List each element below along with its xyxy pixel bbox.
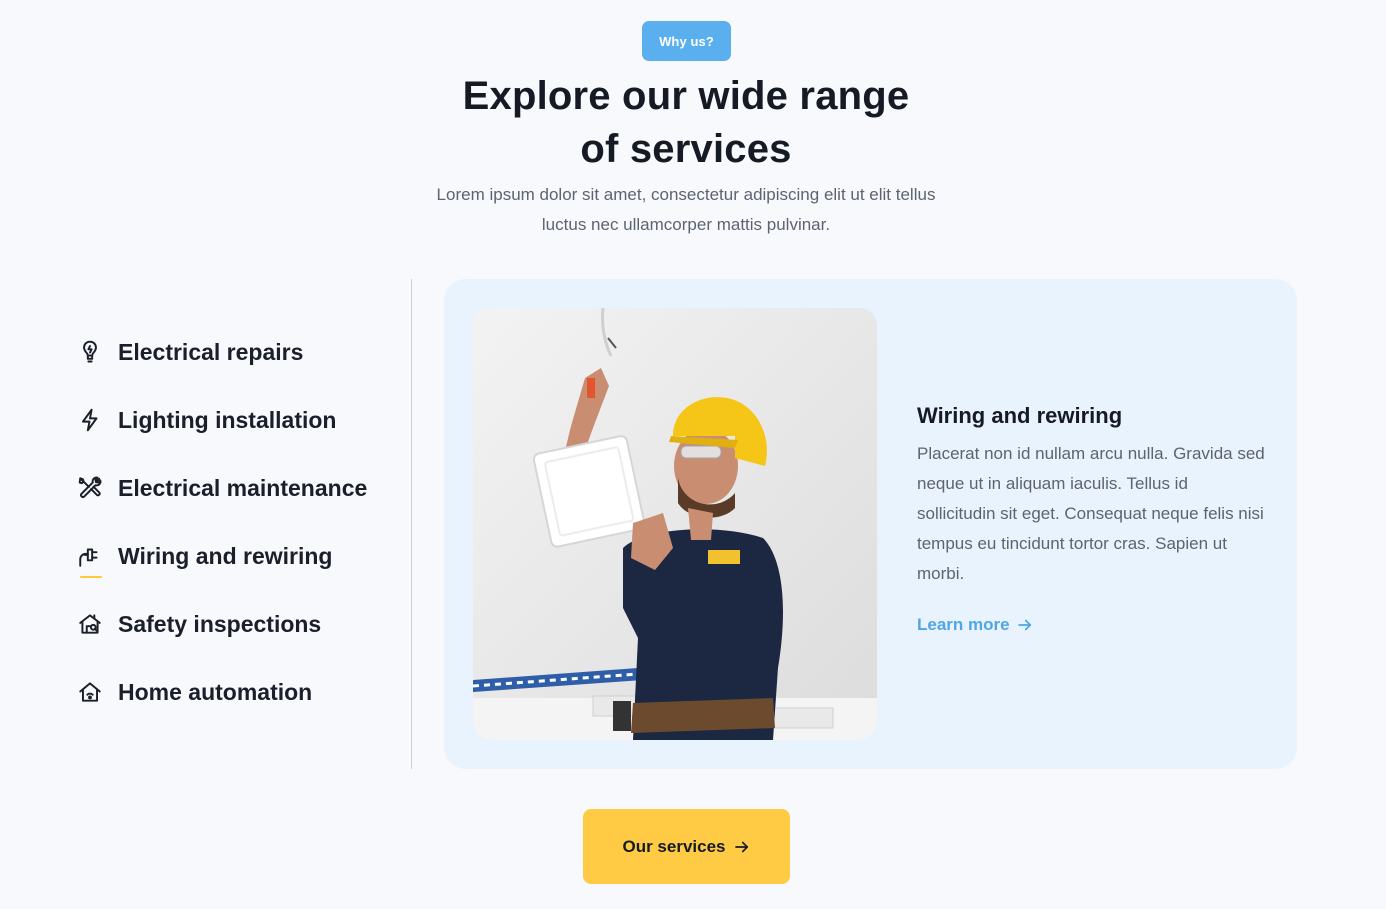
- service-label: Electrical maintenance: [118, 474, 368, 501]
- detail-description: Placerat non id nullam arcu nulla. Gravi…: [917, 444, 1265, 583]
- arrow-right-icon: [1017, 619, 1031, 631]
- service-label: Electrical repairs: [118, 338, 304, 365]
- plug-icon: [76, 542, 104, 578]
- vertical-divider: [411, 279, 412, 769]
- service-item-safety-inspections[interactable]: Safety inspections: [76, 590, 406, 658]
- service-label: Wiring and rewiring: [118, 542, 333, 569]
- arrow-right-icon: [734, 841, 748, 852]
- our-services-button[interactable]: Our services: [583, 809, 790, 884]
- service-item-wiring-rewiring[interactable]: Wiring and rewiring: [76, 522, 406, 590]
- service-item-lighting-installation[interactable]: Lighting installation: [76, 386, 406, 454]
- electrician-photo: [473, 308, 877, 740]
- lightning-bolt-icon: [76, 406, 104, 434]
- lightbulb-icon: [76, 338, 104, 366]
- service-label: Lighting installation: [118, 406, 337, 433]
- house-inspection-icon: [76, 610, 104, 638]
- page-subtitle: Lorem ipsum dolor sit amet, consectetur …: [436, 185, 936, 234]
- tools-icon: [76, 474, 104, 502]
- detail-title: Wiring and rewiring: [917, 403, 1123, 428]
- service-label: Safety inspections: [118, 610, 322, 637]
- service-list: Electrical repairs Lighting installation…: [76, 318, 406, 726]
- service-item-home-automation[interactable]: Home automation: [76, 658, 406, 726]
- service-item-electrical-repairs[interactable]: Electrical repairs: [76, 318, 406, 386]
- page-title: Explore our wide range of services: [462, 74, 910, 171]
- smart-home-icon: [76, 678, 104, 706]
- learn-more-label: Learn more: [917, 615, 1010, 634]
- service-item-electrical-maintenance[interactable]: Electrical maintenance: [76, 454, 406, 522]
- service-detail-card: Wiring and rewiring Placerat non id null…: [444, 279, 1297, 769]
- learn-more-link[interactable]: Learn more: [917, 615, 1034, 635]
- why-us-badge: Why us?: [642, 21, 731, 61]
- service-label: Home automation: [118, 678, 313, 705]
- our-services-label: Our services: [622, 836, 726, 856]
